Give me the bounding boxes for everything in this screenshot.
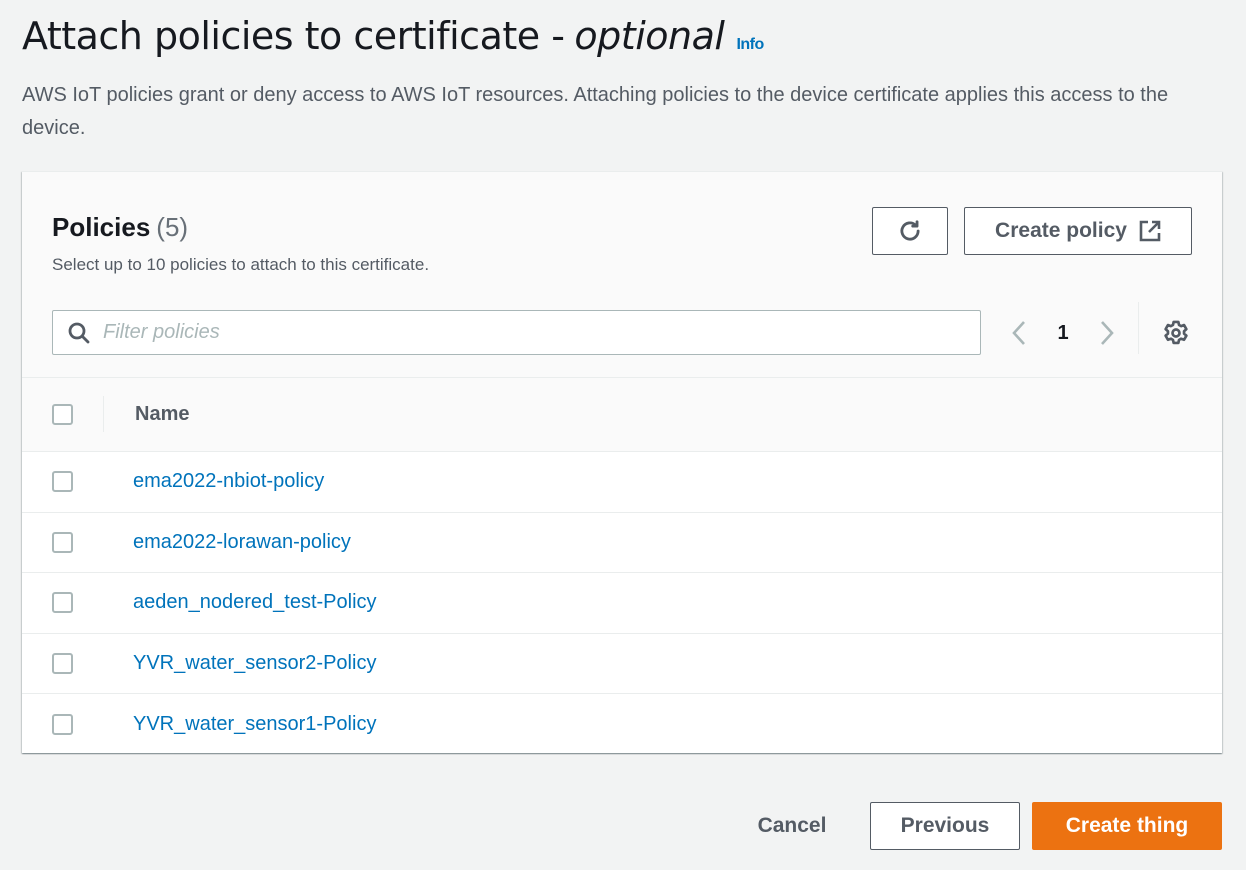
- previous-page-button[interactable]: [1007, 318, 1031, 348]
- policy-link[interactable]: ema2022-lorawan-policy: [133, 531, 351, 554]
- page-header: Attach policies to certificate - optiona…: [22, 12, 1222, 145]
- page-title: Attach policies to certificate - optiona…: [22, 12, 1222, 69]
- filter-policies-field[interactable]: [52, 310, 981, 355]
- policies-panel: Policies (5) Select up to 10 policies to …: [22, 171, 1222, 753]
- chevron-left-icon: [1012, 321, 1025, 345]
- pagination-divider: [1138, 302, 1139, 354]
- refresh-button[interactable]: [872, 207, 948, 255]
- row-checkbox[interactable]: [52, 652, 73, 674]
- table-header: Name: [22, 378, 1222, 452]
- table-row[interactable]: YVR_water_sensor2-Policy: [22, 633, 1222, 694]
- create-policy-label: Create policy: [995, 219, 1127, 242]
- page-number-1[interactable]: 1: [1031, 322, 1095, 345]
- table-row[interactable]: ema2022-lorawan-policy: [22, 512, 1222, 573]
- search-icon: [68, 322, 90, 343]
- cancel-button[interactable]: Cancel: [746, 802, 838, 850]
- policy-link[interactable]: aeden_nodered_test-Policy: [133, 591, 377, 614]
- row-checkbox[interactable]: [52, 531, 73, 553]
- row-checkbox[interactable]: [52, 592, 73, 614]
- info-link[interactable]: Info: [736, 21, 764, 69]
- policies-title: Policies (5): [52, 212, 188, 243]
- column-divider: [103, 396, 104, 432]
- pagination: 1: [1007, 315, 1119, 351]
- previous-button[interactable]: Previous: [870, 802, 1020, 850]
- row-checkbox[interactable]: [52, 471, 73, 493]
- wizard-actions: Cancel Previous Create thing: [0, 802, 1246, 850]
- policies-panel-header: Policies (5) Select up to 10 policies to …: [22, 172, 1222, 378]
- column-header-name[interactable]: Name: [135, 403, 189, 426]
- table-row[interactable]: ema2022-nbiot-policy: [22, 452, 1222, 513]
- policies-count: (5): [156, 212, 189, 242]
- policies-subtitle: Select up to 10 policies to attach to th…: [52, 255, 430, 274]
- filter-policies-input[interactable]: [103, 321, 980, 344]
- policies-title-text: Policies: [52, 212, 151, 242]
- external-link-icon: [1139, 220, 1161, 242]
- page-title-text: Attach policies to certificate -: [22, 14, 565, 58]
- row-checkbox[interactable]: [52, 713, 73, 735]
- table-row[interactable]: YVR_water_sensor1-Policy: [22, 694, 1222, 753]
- chevron-right-icon: [1101, 321, 1114, 345]
- page-title-optional: optional: [574, 14, 725, 58]
- policy-link[interactable]: YVR_water_sensor1-Policy: [133, 713, 376, 736]
- page-description: AWS IoT policies grant or deny access to…: [22, 84, 1169, 139]
- preferences-button[interactable]: [1162, 319, 1190, 347]
- policy-link[interactable]: YVR_water_sensor2-Policy: [133, 652, 376, 675]
- gear-icon: [1164, 320, 1188, 345]
- refresh-icon: [900, 220, 920, 241]
- create-thing-button[interactable]: Create thing: [1032, 802, 1222, 850]
- policies-table-body: ema2022-nbiot-policy ema2022-lorawan-pol…: [22, 452, 1222, 753]
- create-policy-button[interactable]: Create policy: [964, 207, 1192, 255]
- table-row[interactable]: aeden_nodered_test-Policy: [22, 573, 1222, 634]
- page: Attach policies to certificate - optiona…: [0, 0, 1246, 870]
- policy-link[interactable]: ema2022-nbiot-policy: [133, 470, 324, 493]
- next-page-button[interactable]: [1095, 318, 1119, 348]
- select-all-checkbox[interactable]: [52, 404, 73, 425]
